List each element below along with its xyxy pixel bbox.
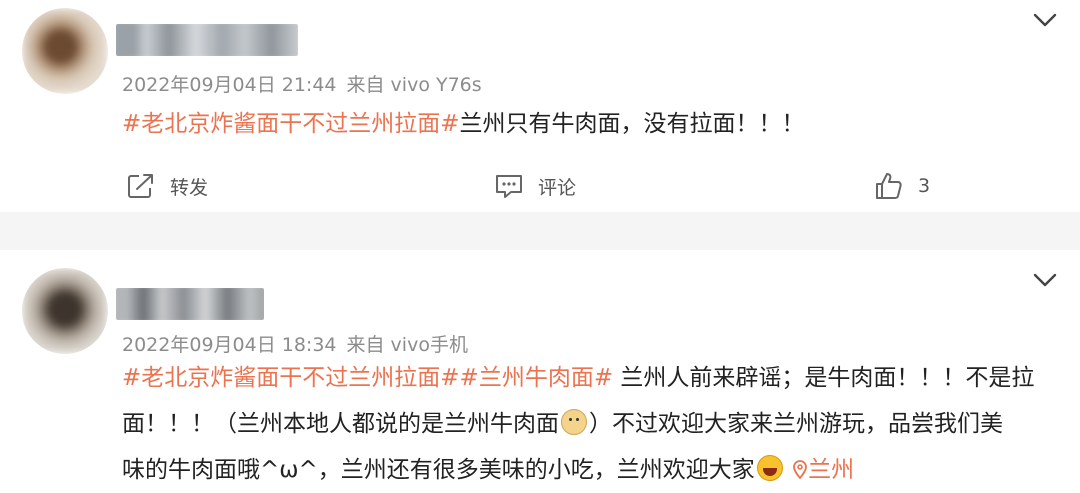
action-bar: 转发 评论 3 <box>0 168 1080 208</box>
content-line-3: 味的牛肉面哦^ω^，兰州还有很多美味的小吃，兰州欢迎大家 兰州 <box>122 447 1034 493</box>
hashtag-link[interactable]: #老北京炸酱面干不过兰州拉面# <box>122 111 460 137</box>
avatar[interactable] <box>22 8 108 94</box>
chevron-down-icon[interactable] <box>1032 272 1058 288</box>
username-blurred[interactable] <box>116 288 264 320</box>
post-text: ）不过欢迎大家来兰州游玩，品尝我们美 <box>589 411 1003 437</box>
post-content: #老北京炸酱面干不过兰州拉面#兰州只有牛肉面，没有拉面！！！ <box>122 101 805 147</box>
repost-label: 转发 <box>170 176 209 199</box>
post-content: #老北京炸酱面干不过兰州拉面##兰州牛肉面# 兰州人前来辟谣；是牛肉面！！！不是… <box>122 355 1034 493</box>
location-label[interactable]: 兰州 <box>808 457 854 483</box>
comment-button[interactable]: 评论 <box>494 168 576 204</box>
repost-button[interactable]: 转发 <box>126 168 208 204</box>
post-meta: 2022年09月04日 21:44 来自 vivo Y76s <box>122 70 492 97</box>
post-card-1: 2022年09月04日 21:44 来自 vivo Y76s #老北京炸酱面干不过… <box>0 0 1080 212</box>
post-text: 兰州人前来辟谣；是牛肉面！！！不是拉 <box>620 365 1035 391</box>
post-text: 味的牛肉面哦^ω^，兰州还有很多美味的小吃，兰州欢迎大家 <box>122 457 755 483</box>
hashtag-link[interactable]: #兰州牛肉面# <box>460 365 614 391</box>
content-line-2: 面！！！（兰州本地人都说的是兰州牛肉面 ）不过欢迎大家来兰州游玩，品尝我们美 <box>122 401 1034 447</box>
source-device: 来自 vivo Y76s <box>346 74 482 96</box>
comment-label: 评论 <box>538 176 577 199</box>
timestamp: 2022年09月04日 18:34 <box>122 334 337 356</box>
post-text: 面！！！（兰州本地人都说的是兰州牛肉面 <box>122 411 559 437</box>
laugh-emoji-icon <box>756 455 783 481</box>
location-link[interactable]: 兰州 <box>792 457 854 483</box>
username-blurred[interactable] <box>116 24 298 56</box>
timestamp: 2022年09月04日 21:44 <box>122 74 337 96</box>
avatar[interactable] <box>22 268 108 354</box>
like-count: 3 <box>918 175 931 197</box>
source-device: 来自 vivo手机 <box>346 334 468 356</box>
hashtag-link[interactable]: #老北京炸酱面干不过兰州拉面# <box>122 365 460 391</box>
doge-emoji-icon <box>561 409 587 435</box>
post-text: 兰州只有牛肉面，没有拉面！！！ <box>459 111 805 137</box>
post-meta: 2022年09月04日 18:34 来自 vivo手机 <box>122 330 478 357</box>
like-button[interactable]: 3 <box>874 168 930 204</box>
chevron-down-icon[interactable] <box>1032 12 1058 28</box>
thumbs-up-icon <box>876 173 902 199</box>
post-divider <box>0 212 1080 250</box>
post-card-2: 2022年09月04日 18:34 来自 vivo手机 #老北京炸酱面干不过兰州拉… <box>0 250 1080 486</box>
comment-icon <box>496 175 522 198</box>
content-line-1: #老北京炸酱面干不过兰州拉面##兰州牛肉面# 兰州人前来辟谣；是牛肉面！！！不是… <box>122 355 1034 401</box>
repost-icon <box>128 174 153 198</box>
location-pin-icon <box>793 460 808 480</box>
